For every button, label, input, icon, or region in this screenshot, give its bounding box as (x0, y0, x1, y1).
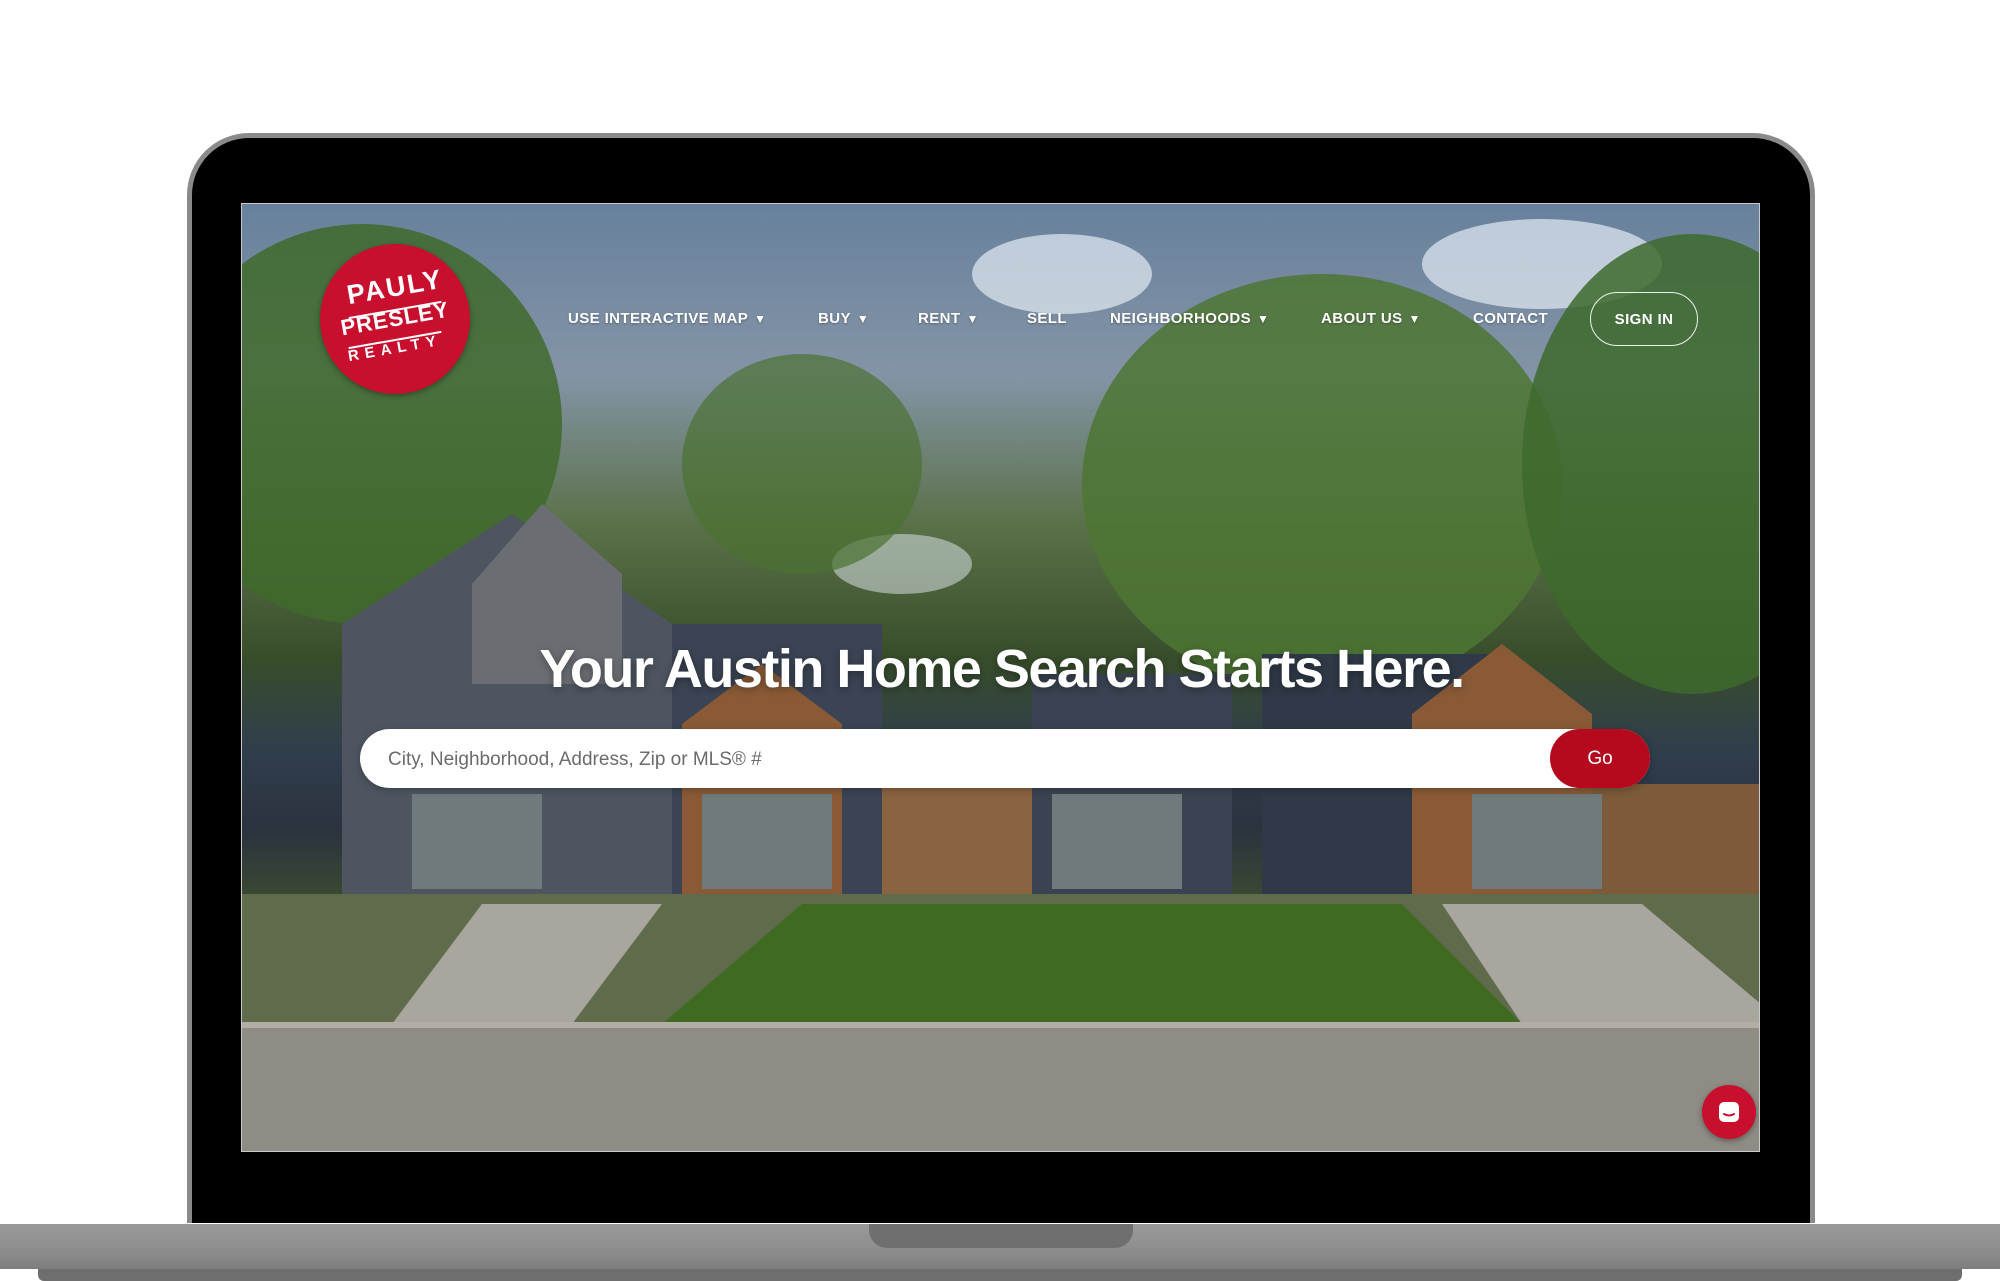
laptop-notch (869, 1224, 1133, 1248)
caret-down-icon: ▼ (966, 312, 979, 326)
nav-item-buy[interactable]: BUY ▼ (818, 310, 869, 327)
nav-item-sell[interactable]: SELL (1027, 310, 1067, 327)
main-navigation: USE INTERACTIVE MAP ▼ BUY ▼ RENT ▼ SELL NEI… (242, 310, 1759, 330)
caret-down-icon: ▼ (1257, 312, 1270, 326)
search-bar: Go (360, 729, 1650, 790)
nav-item-label: ABOUT US (1321, 310, 1403, 327)
nav-item-label: CONTACT (1473, 310, 1549, 327)
nav-item-label: BUY (818, 310, 851, 327)
hero-title: Your Austin Home Search Starts Here. (539, 639, 1465, 699)
caret-down-icon: ▼ (856, 312, 870, 326)
nav-item-label: USE INTERACTIVE MAP (568, 310, 749, 327)
nav-item-contact[interactable]: CONTACT (1473, 310, 1548, 327)
sign-in-button[interactable]: SIGN IN (1590, 292, 1698, 346)
nav-item-interactive-map[interactable]: USE INTERACTIVE MAP ▼ (568, 310, 766, 327)
search-input[interactable] (386, 729, 1520, 790)
nav-item-neighborhoods[interactable]: NEIGHBORHOODS ▼ (1110, 310, 1269, 327)
caret-down-icon: ▼ (1408, 312, 1421, 326)
go-button[interactable]: Go (1550, 729, 1650, 788)
nav-item-label: RENT (918, 310, 961, 327)
nav-item-label: SELL (1027, 310, 1067, 327)
laptop-base-edge (38, 1269, 1962, 1281)
chat-icon (1719, 1102, 1739, 1122)
website-screen: PAULY PRESLEY REALTY USE INTERACTIVE MAP… (241, 203, 1760, 1152)
nav-item-rent[interactable]: RENT ▼ (918, 310, 979, 327)
caret-down-icon: ▼ (754, 312, 767, 326)
nav-item-label: NEIGHBORHOODS (1110, 310, 1252, 327)
chat-button[interactable] (1702, 1085, 1756, 1139)
nav-item-about-us[interactable]: ABOUT US ▼ (1321, 310, 1421, 327)
